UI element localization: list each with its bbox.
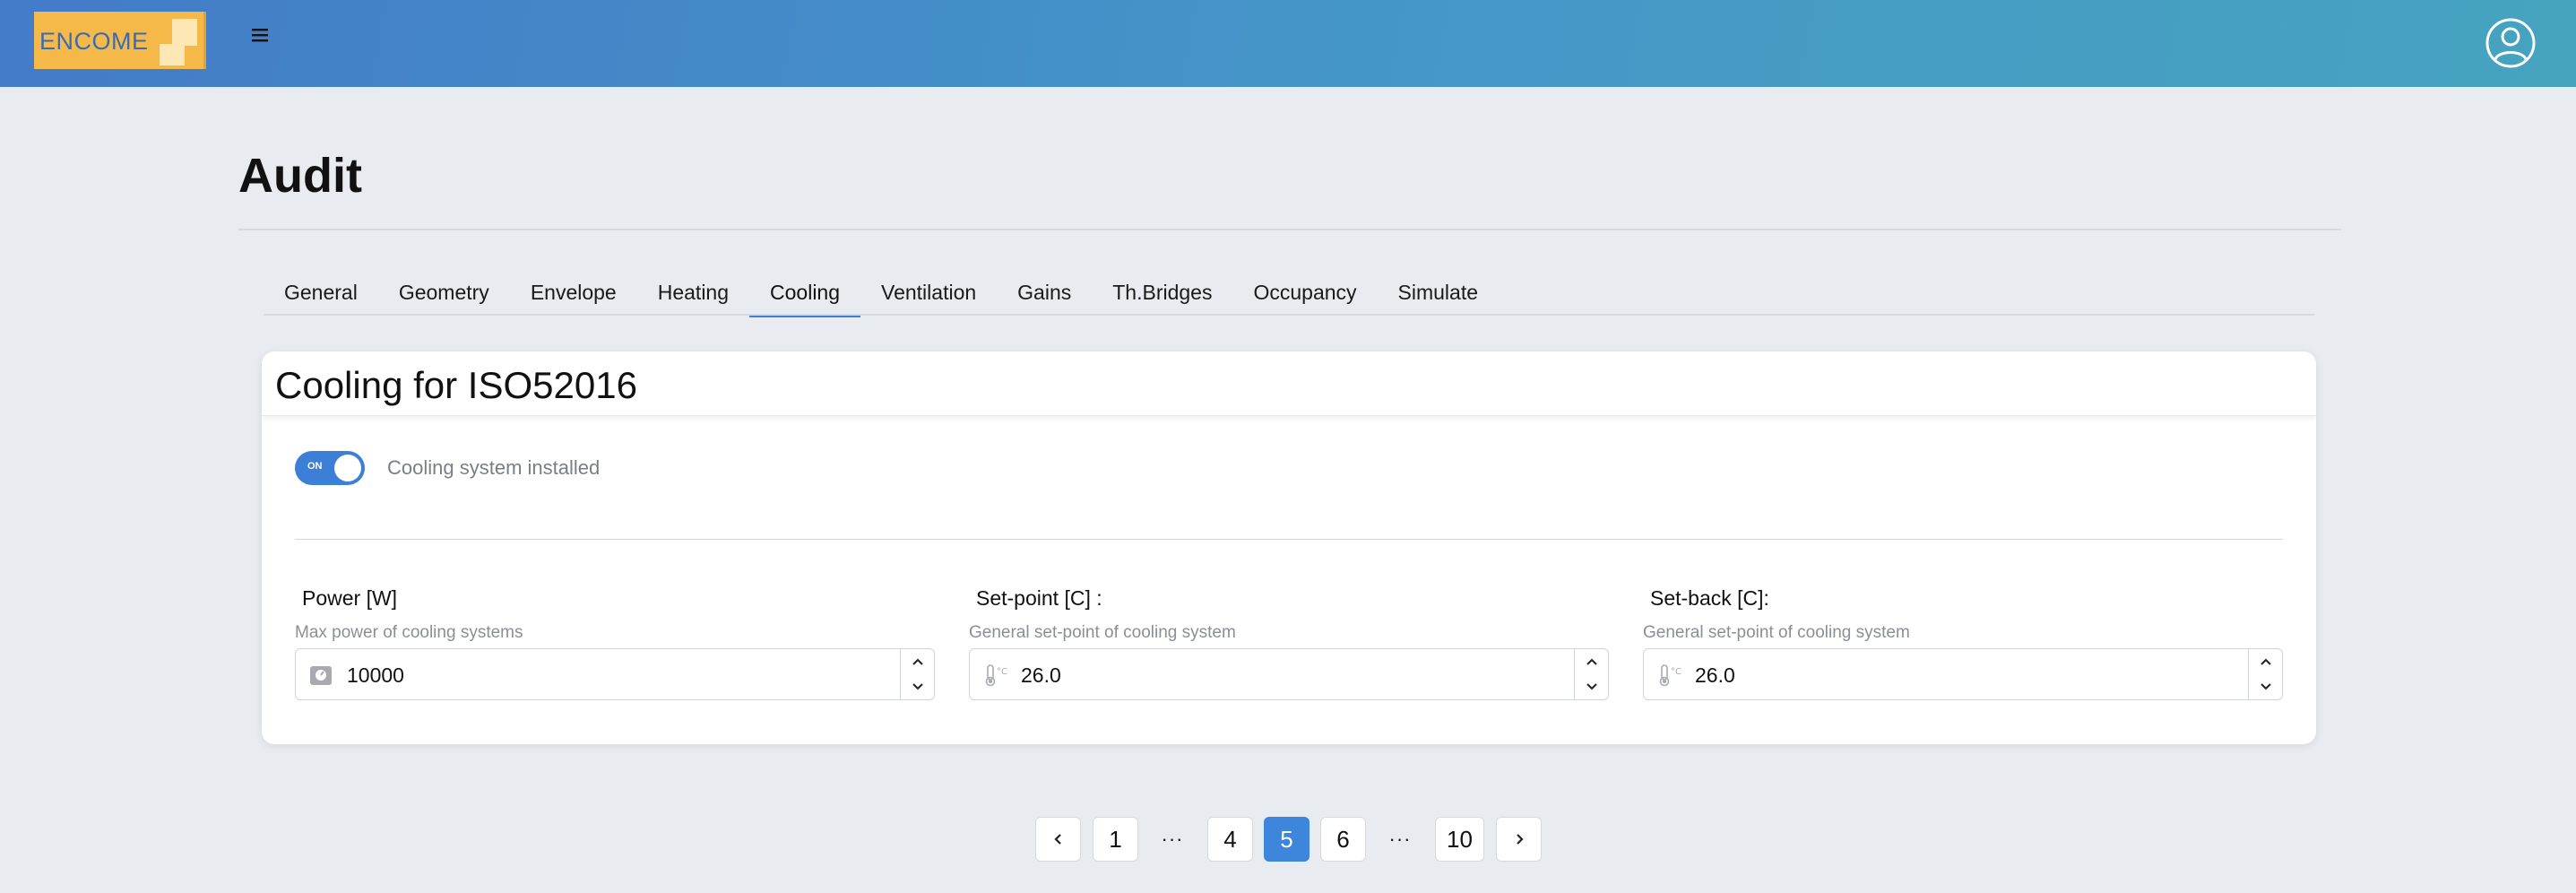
encome-logo[interactable]: ENCOME — [34, 12, 206, 69]
increment-button[interactable] — [2249, 649, 2282, 674]
thermometer-icon: °C — [1659, 664, 1681, 687]
setback-label: Set-back [C]: — [1650, 586, 1769, 610]
chevron-down-icon — [912, 683, 923, 690]
decrement-button[interactable] — [901, 674, 934, 699]
pagination-ellipsis: ··· — [1388, 828, 1412, 850]
page-button-4[interactable]: 4 — [1207, 817, 1253, 862]
thermometer-icon: °C — [985, 664, 1007, 687]
svg-text:°C: °C — [997, 667, 1007, 677]
chevron-down-icon — [2260, 683, 2271, 690]
tab-ventilation[interactable]: Ventilation — [860, 269, 997, 316]
svg-text:°C: °C — [1671, 667, 1681, 677]
power-value: 10000 — [347, 663, 404, 687]
cooling-card: Cooling for ISO52016 ON Cooling system i… — [262, 351, 2316, 744]
cooling-installed-toggle[interactable]: ON — [295, 451, 365, 485]
tab-geometry[interactable]: Geometry — [378, 269, 510, 316]
chevron-right-icon — [1516, 834, 1524, 845]
decrement-button[interactable] — [2249, 674, 2282, 699]
page-title: Audit — [238, 149, 362, 203]
chevron-left-icon — [1053, 834, 1061, 845]
card-header: Cooling for ISO52016 — [262, 351, 2316, 416]
user-circle-icon[interactable] — [2485, 17, 2537, 69]
tab-bar: General Geometry Envelope Heating Coolin… — [264, 269, 1499, 317]
chevron-down-icon — [1586, 683, 1597, 690]
setpoint-help: General set-point of cooling system — [969, 623, 1236, 642]
logo-mark-icon — [160, 19, 197, 65]
tab-cooling[interactable]: Cooling — [749, 269, 861, 317]
chevron-up-icon — [2260, 658, 2271, 665]
setpoint-value: 26.0 — [1021, 663, 1061, 687]
setback-input[interactable]: °C 26.0 — [1643, 648, 2283, 700]
setback-value: 26.0 — [1695, 663, 1735, 687]
pagination: 1 ··· 4 5 6 ··· 10 — [0, 817, 2576, 862]
setpoint-stepper — [1574, 649, 1608, 699]
toggle-label: Cooling system installed — [387, 456, 601, 479]
page-button-1[interactable]: 1 — [1093, 817, 1138, 862]
title-divider — [238, 229, 2341, 230]
tabs-divider — [264, 314, 2314, 316]
chevron-up-icon — [912, 658, 923, 665]
tab-occupancy[interactable]: Occupancy — [1232, 269, 1377, 316]
power-help: Max power of cooling systems — [295, 623, 523, 642]
setback-stepper — [2248, 649, 2282, 699]
card-title: Cooling for ISO52016 — [275, 364, 637, 406]
top-navbar: ENCOME — [0, 0, 2576, 87]
gauge-icon — [310, 666, 332, 685]
logo-text: ENCOME — [39, 28, 149, 55]
toggle-state-label: ON — [307, 461, 323, 472]
tab-envelope[interactable]: Envelope — [510, 269, 637, 316]
power-input[interactable]: 10000 — [295, 648, 935, 700]
chevron-up-icon — [1586, 658, 1597, 665]
increment-button[interactable] — [1575, 649, 1608, 674]
decrement-button[interactable] — [1575, 674, 1608, 699]
tab-gains[interactable]: Gains — [997, 269, 1092, 316]
setpoint-input[interactable]: °C 26.0 — [969, 648, 1609, 700]
tab-heating[interactable]: Heating — [637, 269, 749, 316]
power-label: Power [W] — [302, 586, 398, 610]
page-button-5-current[interactable]: 5 — [1264, 817, 1310, 862]
tab-simulate[interactable]: Simulate — [1378, 269, 1499, 316]
power-stepper — [900, 649, 934, 699]
setback-help: General set-point of cooling system — [1643, 623, 1910, 642]
page-button-6[interactable]: 6 — [1320, 817, 1366, 862]
prev-page-button[interactable] — [1035, 817, 1081, 862]
tab-thbridges[interactable]: Th.Bridges — [1092, 269, 1232, 316]
hamburger-icon[interactable] — [246, 22, 273, 48]
toggle-knob — [334, 455, 361, 481]
pagination-ellipsis: ··· — [1161, 828, 1184, 850]
increment-button[interactable] — [901, 649, 934, 674]
next-page-button[interactable] — [1496, 817, 1542, 862]
setpoint-label: Set-point [C] : — [976, 586, 1102, 610]
tab-general[interactable]: General — [264, 269, 378, 316]
card-divider — [295, 539, 2283, 540]
page-button-10[interactable]: 10 — [1435, 817, 1484, 862]
